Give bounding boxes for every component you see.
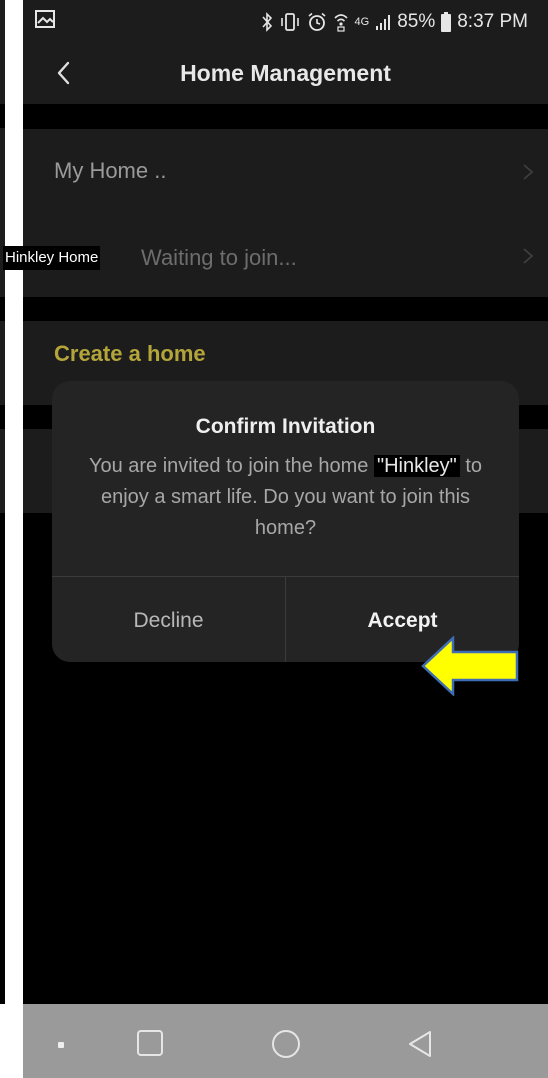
list-item-label: My Home .. <box>54 158 167 183</box>
status-bar: 4G 85% 8:37 PM <box>23 0 548 42</box>
app-bar: Home Management <box>23 42 548 104</box>
page-title: Home Management <box>180 60 391 86</box>
left-edge-gap <box>0 297 5 321</box>
chevron-right-icon <box>523 248 534 264</box>
left-edge-gap <box>0 513 5 1004</box>
dialog-title: Confirm Invitation <box>195 415 376 438</box>
create-home-label: Create a home <box>54 341 206 366</box>
decline-button[interactable]: Decline <box>52 577 285 662</box>
system-nav-bar <box>23 1004 548 1078</box>
network-type: 4G <box>354 16 370 28</box>
home-name-highlight: "Hinkley" <box>373 455 460 477</box>
list-item-my-home[interactable]: My Home .. <box>23 129 548 213</box>
nav-indicator <box>58 1042 64 1048</box>
message-text: You are invited to join the home <box>88 455 374 477</box>
battery-icon <box>441 12 452 32</box>
chevron-right-icon <box>523 164 534 180</box>
dialog-message: You are invited to join the home "Hinkle… <box>72 451 499 544</box>
left-edge-gap <box>0 104 5 128</box>
clock-time: 8:37 PM <box>457 11 528 32</box>
phone-screen: 4G 85% 8:37 PM Home Management My Home .… <box>23 0 548 1078</box>
annotation-arrow-icon <box>421 636 519 696</box>
chevron-left-icon[interactable] <box>49 58 79 88</box>
left-margin <box>0 0 23 1078</box>
wifi-calling-icon <box>333 14 348 32</box>
image-icon <box>35 10 55 28</box>
confirm-invitation-dialog: Confirm Invitation You are invited to jo… <box>52 381 519 662</box>
vibrate-icon <box>280 13 299 31</box>
bluetooth-icon <box>261 12 272 32</box>
hinkley-home-tag: Hinkley Home <box>3 246 101 270</box>
status-icons: 4G 85% 8:37 PM <box>261 10 528 34</box>
alarm-icon <box>308 12 326 31</box>
left-edge-gap <box>0 405 5 429</box>
signal-icon <box>376 15 391 30</box>
battery-percent: 85% <box>397 11 436 32</box>
recents-button[interactable] <box>137 1030 163 1056</box>
home-button[interactable] <box>272 1030 300 1058</box>
back-triangle-icon[interactable] <box>408 1030 432 1058</box>
list-item-status: Waiting to join... <box>141 245 297 270</box>
